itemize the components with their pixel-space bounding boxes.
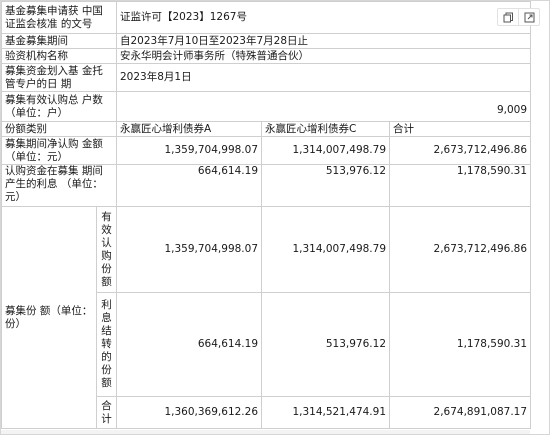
interest-shares-label: 利息结转的份额 [96, 292, 117, 397]
net-amount-label: 募集期间净认购 金额（单位：元） [1, 136, 117, 165]
export-button[interactable] [518, 9, 539, 25]
sum-shares-label: 合计 [96, 396, 117, 429]
share-class-row: 份额类别 永赢匠心增利债券A 永赢匠心增利债券C 合计 [1, 121, 532, 137]
interest-c: 513,976.12 [261, 164, 390, 207]
shares-label: 募集份 额（单位：份） [1, 206, 97, 429]
net-amount-total: 2,673,712,496.86 [388, 136, 532, 165]
approval-row: 基金募集申请获 中国证监会核准 的文号 证监许可【2023】1267号 [1, 1, 532, 34]
copy-icon [503, 12, 513, 22]
share-class-label: 份额类别 [1, 121, 117, 137]
interest-shares-total: 1,178,590.31 [388, 292, 532, 397]
sum-shares-c: 1,314,521,474.91 [261, 396, 390, 429]
households-row: 募集有效认购总 户数（单位：户） 9,009 [1, 91, 532, 122]
sum-shares-a: 1,360,369,612.26 [116, 396, 262, 429]
valid-shares-label: 有效认购份额 [96, 206, 117, 293]
households-value: 9,009 [115, 91, 532, 122]
interest-row: 认购资金在募集 期间产生的利息 （单位：元） 664,614.19 513,97… [1, 164, 532, 207]
approval-value: 证监许可【2023】1267号 [115, 1, 532, 34]
period-value: 自2023年7月10日至2023年7月28日止 [115, 33, 532, 49]
valid-shares-row: 募集份 额（单位：份） 有效认购份额 1,359,704,998.07 1,31… [1, 206, 532, 429]
auditor-label: 验资机构名称 [1, 48, 117, 64]
class-a-header: 永赢匠心增利债券A [116, 121, 262, 137]
period-label: 基金募集期间 [1, 33, 117, 49]
interest-shares-a: 664,614.19 [116, 292, 262, 397]
copy-button[interactable] [498, 9, 518, 25]
net-amount-row: 募集期间净认购 金额（单位：元） 1,359,704,998.07 1,314,… [1, 136, 532, 165]
interest-total: 1,178,590.31 [388, 164, 532, 207]
bottom-edge [1, 430, 530, 434]
transfer-date-label: 募集资金划入基 金托管专户的日 期 [1, 63, 117, 92]
transfer-date-row: 募集资金划入基 金托管专户的日 期 2023年8月1日 [1, 63, 532, 92]
net-amount-c: 1,314,007,498.79 [261, 136, 390, 165]
valid-shares-c: 1,314,007,498.79 [261, 206, 390, 293]
valid-shares-a: 1,359,704,998.07 [116, 206, 262, 293]
export-icon [524, 12, 534, 22]
transfer-date-value: 2023年8月1日 [115, 63, 532, 92]
sum-shares-total: 2,674,891,087.17 [388, 396, 532, 429]
fund-raising-table: 基金募集申请获 中国证监会核准 的文号 证监许可【2023】1267号 基金募集… [1, 1, 532, 429]
table-toolbar [497, 8, 540, 26]
interest-label: 认购资金在募集 期间产生的利息 （单位：元） [1, 164, 117, 207]
approval-label: 基金募集申请获 中国证监会核准 的文号 [1, 1, 117, 34]
class-c-header: 永赢匠心增利债券C [261, 121, 390, 137]
total-header: 合计 [388, 121, 532, 137]
households-label: 募集有效认购总 户数（单位：户） [1, 91, 117, 122]
period-row: 基金募集期间 自2023年7月10日至2023年7月28日止 [1, 33, 532, 49]
valid-shares-total: 2,673,712,496.86 [388, 206, 532, 293]
net-amount-a: 1,359,704,998.07 [116, 136, 262, 165]
interest-shares-c: 513,976.12 [261, 292, 390, 397]
auditor-value: 安永华明会计师事务所（特殊普通合伙） [115, 48, 532, 64]
interest-a: 664,614.19 [116, 164, 262, 207]
auditor-row: 验资机构名称 安永华明会计师事务所（特殊普通合伙） [1, 48, 532, 64]
